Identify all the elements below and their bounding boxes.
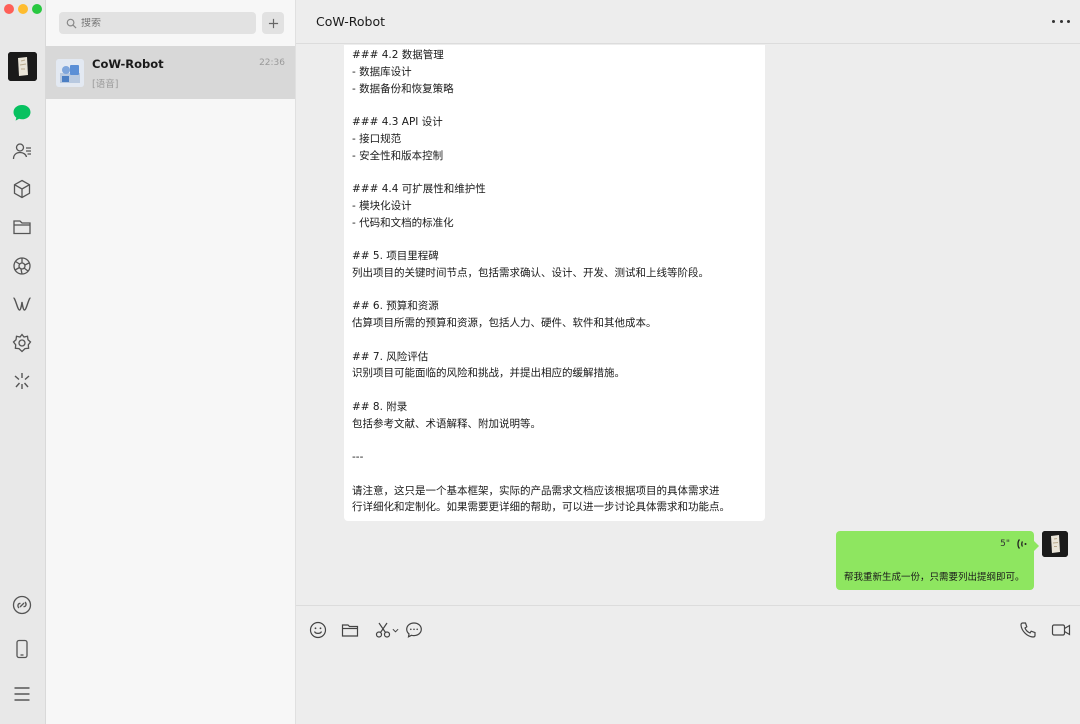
bot-message-line: - 数据备份和恢复策略 (352, 82, 454, 95)
voice-transcript: 帮我重新生成一份，只需要列出提纲即可。 (844, 572, 1025, 583)
voice-duration: 5" (1000, 539, 1010, 549)
bot-message-line: ## 5. 项目里程碑 (352, 250, 439, 262)
conversation-preview: [语音] (92, 79, 119, 90)
bot-message-line (352, 231, 757, 248)
plus-icon (268, 18, 278, 28)
bot-message-line (352, 332, 757, 349)
send-file-button[interactable] (340, 620, 360, 640)
bot-message-line (352, 164, 757, 181)
more-options-button[interactable] (1052, 14, 1070, 28)
user-voice-bubble[interactable]: 5" 帮我重新生成一份，只需要列出提纲即可。 (836, 531, 1039, 590)
folder-icon (341, 624, 359, 637)
channels-icon[interactable] (10, 292, 34, 316)
search-input[interactable] (81, 17, 241, 29)
bot-message-line: 估算项目所需的预算和资源，包括人力、硬件、软件和其他成本。 (352, 317, 657, 329)
video-call-icon (1051, 624, 1071, 636)
files-icon[interactable] (10, 215, 34, 239)
conversation-list-panel: CoW-Robot 22:36 [语音] (46, 0, 296, 724)
screenshot-button[interactable] (372, 620, 400, 640)
bot-message-line: 识别项目可能面临的风险和挑战，并提出相应的缓解措施。 (352, 367, 625, 380)
user-message: 5" 帮我重新生成一份，只需要列出提纲即可。 (836, 531, 1068, 591)
video-call-button[interactable] (1050, 620, 1072, 640)
bot-message-line: - 接口规范 (352, 132, 402, 145)
more-dot (1052, 19, 1055, 23)
bot-message-line: ### 4.2 数据管理 (352, 49, 444, 61)
favorites-icon[interactable] (10, 177, 34, 201)
icon-rail (0, 0, 46, 724)
more-dot (1059, 19, 1063, 23)
user-avatar[interactable] (1042, 531, 1068, 557)
scissors-icon (375, 622, 390, 638)
bot-message-line: ### 4.3 API 设计 (352, 116, 443, 128)
bot-message-line: ## 6. 预算和资源 (352, 300, 439, 313)
bot-message-line: ## 7. 风险评估 (352, 350, 429, 363)
search-box[interactable] (59, 12, 256, 34)
bot-message-line: 包括参考文献、术语解释、附加说明等。 (352, 417, 541, 430)
search-icon (66, 18, 77, 29)
bot-message-line (352, 97, 757, 114)
bot-message-line (352, 432, 757, 449)
voice-call-button[interactable] (1018, 620, 1038, 640)
bot-message-line: - 代码和文档的标准化 (352, 216, 454, 229)
more-dot (1067, 19, 1070, 23)
contacts-icon[interactable] (10, 139, 34, 163)
voice-wave-icon (1017, 539, 1027, 549)
conversation-time: 22:36 (259, 58, 285, 68)
message-input[interactable] (308, 650, 1068, 716)
bot-message-line: --- (352, 451, 364, 463)
bot-message-line: 请注意，这只是一个基本框架，实际的产品需求文档应该根据项目的具体需求进 (352, 484, 720, 497)
bot-message-line: - 模块化设计 (352, 199, 412, 212)
bot-message-line: ### 4.4 可扩展性和维护性 (352, 183, 486, 195)
bot-message-line (352, 382, 757, 399)
zoom-window-button[interactable] (32, 4, 42, 14)
menu-icon[interactable] (10, 682, 34, 706)
bot-message-bubble[interactable]: ### 4.2 数据管理 - 数据库设计 - 数据备份和恢复策略 ### 4.3 AP… (344, 45, 765, 521)
emoji-icon (309, 621, 327, 639)
moments-icon[interactable] (10, 254, 34, 278)
mini-programs-icon[interactable] (10, 331, 34, 355)
bot-message-line: - 数据库设计 (352, 65, 412, 78)
chat-header: CoW-Robot (296, 0, 1080, 44)
chat-title: CoW-Robot (316, 14, 385, 29)
message-composer (296, 605, 1080, 724)
bot-message-line: - 安全性和版本控制 (352, 149, 444, 162)
phone-call-icon (1020, 622, 1036, 638)
chevron-down-icon (392, 628, 398, 633)
add-button[interactable] (262, 12, 284, 34)
bot-message-line (352, 282, 757, 299)
emoji-button[interactable] (308, 620, 328, 640)
chat-history-icon (406, 622, 422, 638)
close-window-button[interactable] (4, 4, 14, 14)
search-discover-icon[interactable] (10, 369, 34, 393)
conversation-item[interactable]: CoW-Robot 22:36 [语音] (46, 46, 295, 99)
bot-message-line (352, 466, 757, 483)
chat-history-button[interactable] (404, 620, 424, 640)
link-icon[interactable] (10, 593, 34, 617)
bot-message-line: ## 8. 附录 (352, 400, 408, 413)
chat-pane: CoW-Robot ### 4.2 数据管理 - 数据库设计 - 数据备份和恢复策略… (296, 0, 1080, 724)
bot-message-line: 行详细化和定制化。如果需要更详细的帮助，可以进一步讨论具体需求和功能点。 (352, 501, 730, 514)
conversation-name: CoW-Robot (92, 57, 164, 71)
bot-message-line: 列出项目的关键时间节点，包括需求确认、设计、开发、测试和上线等阶段。 (352, 266, 709, 279)
minimize-window-button[interactable] (18, 4, 28, 14)
message-list[interactable]: ### 4.2 数据管理 - 数据库设计 - 数据备份和恢复策略 ### 4.3 AP… (296, 45, 1080, 605)
chat-icon[interactable] (10, 101, 34, 125)
profile-avatar[interactable] (8, 52, 37, 81)
conversation-avatar (56, 59, 84, 87)
phone-icon[interactable] (10, 637, 34, 661)
